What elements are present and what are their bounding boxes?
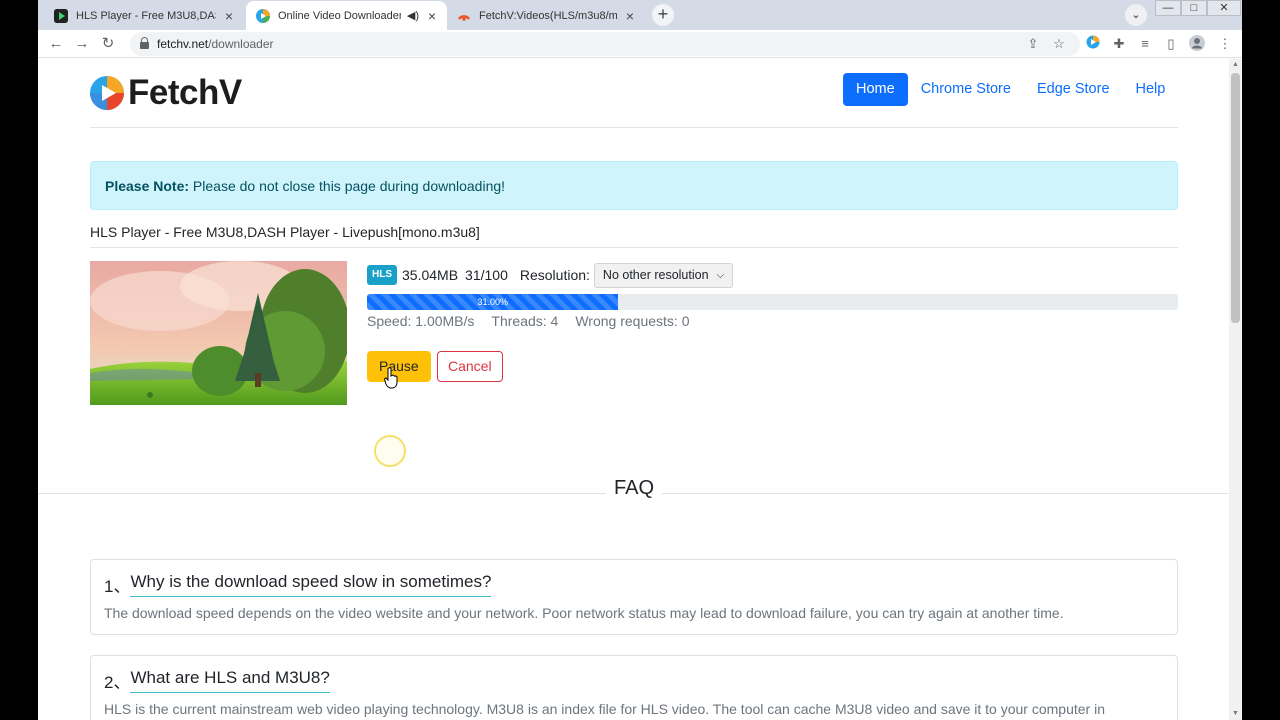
page-scrollbar[interactable]: ▲ ▼ xyxy=(1229,59,1242,720)
tab-search-chevron-icon[interactable]: ⌄ xyxy=(1125,4,1147,26)
back-arrow-icon[interactable]: ← xyxy=(46,34,66,54)
scroll-up-arrow-icon[interactable]: ▲ xyxy=(1229,59,1242,71)
nav-help[interactable]: Help xyxy=(1123,73,1179,106)
site-logo[interactable]: FetchV xyxy=(90,73,242,112)
faq-question-text[interactable]: What are HLS and M3U8? xyxy=(130,668,330,693)
fetchv-extension-icon[interactable] xyxy=(1084,35,1102,53)
faq-number: 1、 xyxy=(104,577,131,596)
faq-answer: The download speed depends on the video … xyxy=(104,605,1064,621)
wrong-requests-text: Wrong requests: 0 xyxy=(575,313,690,329)
hls-badge: HLS xyxy=(367,265,397,285)
tab-close-icon[interactable]: × xyxy=(425,8,439,24)
chevron-down-icon: ⌵ xyxy=(716,269,725,281)
bookmark-star-icon[interactable]: ☆ xyxy=(1050,35,1068,53)
fetchv-logo-icon xyxy=(90,76,124,110)
maximize-icon[interactable]: □ xyxy=(1181,0,1207,16)
share-icon[interactable]: ⇪ xyxy=(1024,35,1042,53)
tab-fetchv-extension[interactable]: FetchV:Videos(HLS/m3u8/mp4) × xyxy=(447,1,645,30)
faq-card: 1、 Why is the download speed slow in som… xyxy=(90,559,1178,635)
menu-kebab-icon[interactable]: ⋮ xyxy=(1216,35,1234,53)
resolution-value: No other resolution xyxy=(602,268,709,282)
media-queue-icon[interactable]: ≡ xyxy=(1136,35,1154,53)
threads-text: Threads: 4 xyxy=(491,313,559,329)
site-logo-text: FetchV xyxy=(128,73,242,112)
faq-number: 2、 xyxy=(104,673,131,692)
address-bar[interactable]: fetchv.net/downloader ⇪ ☆ xyxy=(130,32,1080,56)
forward-arrow-icon[interactable]: → xyxy=(72,34,92,54)
title-divider xyxy=(90,247,1178,248)
url-host: fetchv.net xyxy=(157,37,209,51)
scroll-down-arrow-icon[interactable]: ▼ xyxy=(1229,708,1242,720)
click-indicator xyxy=(374,435,406,467)
notice-text: Please do not close this page during dow… xyxy=(189,178,506,194)
url-path: /downloader xyxy=(208,37,274,51)
pause-button[interactable]: Pause xyxy=(367,351,431,382)
speed-text: Speed: 1.00MB/s xyxy=(367,313,475,329)
nav-home[interactable]: Home xyxy=(843,73,908,106)
tab-hls-player[interactable]: HLS Player - Free M3U8,DASH Player × xyxy=(44,1,244,30)
download-info: HLS 35.04MB 31/100 Resolution: No other … xyxy=(367,262,734,288)
resolution-label: Resolution: xyxy=(519,267,590,283)
notice-strong: Please Note: xyxy=(105,178,190,194)
reload-icon[interactable]: ↻ xyxy=(98,34,118,54)
hls-player-favicon-icon xyxy=(54,8,68,23)
fetchv-favicon-icon xyxy=(256,8,270,23)
download-stats: Speed: 1.00MB/s Threads: 4 Wrong request… xyxy=(367,313,706,329)
cancel-button[interactable]: Cancel xyxy=(437,351,503,382)
faq-question: 2、 What are HLS and M3U8? xyxy=(104,668,1164,693)
tab-title: Online Video Downloader xyxy=(278,9,401,22)
lock-icon[interactable] xyxy=(140,37,149,49)
tab-strip: HLS Player - Free M3U8,DASH Player × Onl… xyxy=(38,0,1242,30)
faq-question-text[interactable]: Why is the download speed slow in someti… xyxy=(130,572,492,597)
web-page: FetchV Home Chrome Store Edge Store Help… xyxy=(38,59,1229,720)
tab-title: FetchV:Videos(HLS/m3u8/mp4) xyxy=(479,9,617,22)
tab-close-icon[interactable]: × xyxy=(623,8,637,24)
url-text[interactable]: fetchv.net/downloader xyxy=(157,37,274,51)
side-panel-icon[interactable]: ▯ xyxy=(1162,35,1180,53)
new-tab-plus-icon[interactable]: + xyxy=(652,4,674,26)
file-size: 35.04MB xyxy=(402,267,459,283)
tab-close-icon[interactable]: × xyxy=(222,8,236,24)
fetchv-ext-favicon-icon xyxy=(457,9,471,23)
scrollbar-thumb[interactable] xyxy=(1231,73,1240,323)
resolution-select[interactable]: No other resolution ⌵ xyxy=(593,262,734,288)
nav-chrome-store[interactable]: Chrome Store xyxy=(908,73,1024,106)
close-window-icon[interactable]: ✕ xyxy=(1207,0,1241,16)
browser-window: HLS Player - Free M3U8,DASH Player × Onl… xyxy=(38,0,1242,720)
faq-heading: FAQ xyxy=(606,477,663,500)
profile-avatar-icon[interactable] xyxy=(1188,35,1206,53)
faq-question: 1、 Why is the download speed slow in som… xyxy=(104,572,1164,597)
video-thumbnail xyxy=(90,261,347,405)
segment-count: 31/100 xyxy=(465,267,508,283)
nav-edge-store[interactable]: Edge Store xyxy=(1024,73,1123,106)
video-title: HLS Player - Free M3U8,DASH Player - Liv… xyxy=(90,224,480,240)
tab-title: HLS Player - Free M3U8,DASH Player xyxy=(76,9,216,22)
minimize-icon[interactable]: — xyxy=(1155,0,1181,16)
browser-toolbar: ← → ↻ fetchv.net/downloader ⇪ ☆ ✚ ≡ ▯ ⋮ xyxy=(38,30,1242,58)
download-progress: 31.00% xyxy=(367,294,1178,310)
faq-card: 2、 What are HLS and M3U8? HLS is the cur… xyxy=(90,655,1178,720)
site-nav: Home Chrome Store Edge Store Help xyxy=(843,73,1178,106)
tab-online-video-downloader[interactable]: Online Video Downloader ◀) × xyxy=(246,1,447,30)
extensions-puzzle-icon[interactable]: ✚ xyxy=(1110,35,1128,53)
hand-cursor-icon xyxy=(384,367,398,389)
speaker-icon[interactable]: ◀) xyxy=(407,9,419,22)
notice-alert: Please Note: Please do not close this pa… xyxy=(90,161,1178,210)
header-divider xyxy=(90,127,1178,128)
progress-bar-fill: 31.00% xyxy=(367,294,619,310)
faq-answer: HLS is the current mainstream web video … xyxy=(104,701,1105,717)
